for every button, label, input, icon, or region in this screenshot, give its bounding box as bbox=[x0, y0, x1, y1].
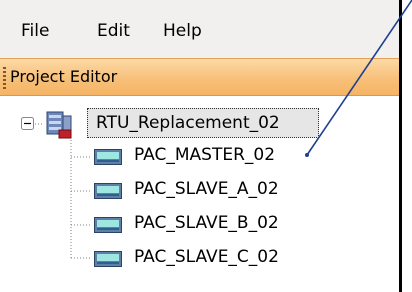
tree-node-label: PAC_SLAVE_B_02 bbox=[134, 213, 279, 233]
tree-node-label: PAC_SLAVE_A_02 bbox=[134, 179, 279, 199]
controller-module-icon bbox=[94, 183, 122, 199]
server-rack-icon bbox=[46, 111, 72, 139]
controller-module-icon bbox=[94, 217, 122, 233]
tree-node-label: PAC_SLAVE_C_02 bbox=[134, 247, 279, 267]
project-editor-window: File Edit Help Project Editor RTU_Replac… bbox=[0, 0, 402, 292]
controller-module-icon bbox=[94, 149, 122, 165]
menu-bar: File Edit Help bbox=[0, 0, 399, 58]
tree-node-pac-slave-c-02[interactable]: PAC_SLAVE_C_02 bbox=[94, 243, 334, 273]
tree-node-pac-slave-b-02[interactable]: PAC_SLAVE_B_02 bbox=[94, 209, 334, 239]
tree-node-pac-slave-a-02[interactable]: PAC_SLAVE_A_02 bbox=[94, 175, 334, 205]
menu-file[interactable]: File bbox=[21, 20, 49, 42]
project-editor-header: Project Editor bbox=[0, 58, 399, 96]
menu-edit[interactable]: Edit bbox=[97, 20, 130, 42]
panel-title: Project Editor bbox=[10, 67, 118, 86]
tree-root-node[interactable]: RTU_Replacement_02 bbox=[87, 108, 319, 138]
panel-grip-handle[interactable] bbox=[3, 67, 6, 91]
collapse-tree-icon[interactable] bbox=[21, 117, 34, 130]
tree-node-pac-master-02[interactable]: PAC_MASTER_02 bbox=[94, 141, 334, 171]
controller-module-icon bbox=[94, 251, 122, 267]
menu-help[interactable]: Help bbox=[163, 20, 202, 42]
tree-node-label: PAC_MASTER_02 bbox=[134, 145, 276, 165]
